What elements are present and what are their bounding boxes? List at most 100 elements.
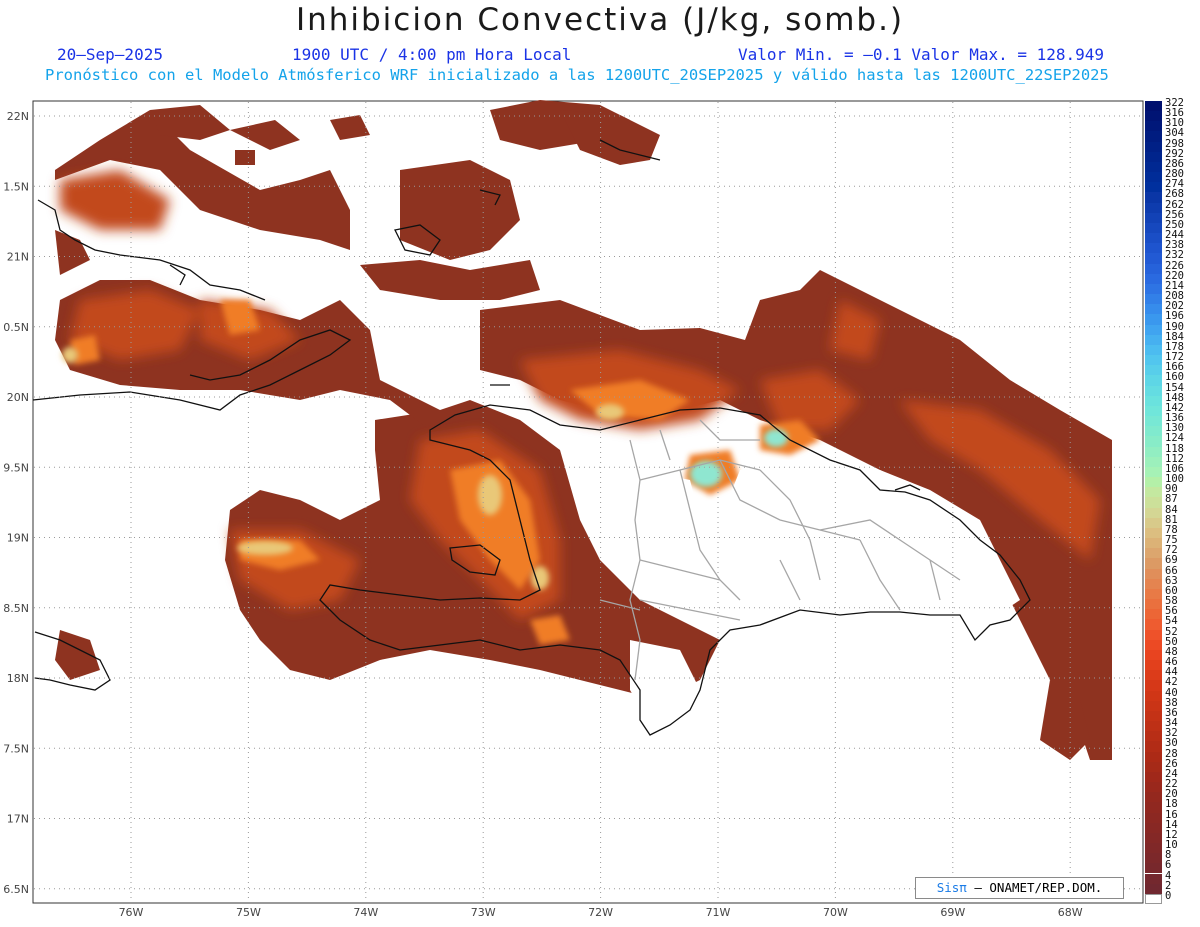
- legend-swatch: [1145, 314, 1162, 325]
- legend-swatch: [1145, 121, 1162, 132]
- legend-swatch: [1145, 233, 1162, 244]
- legend-swatch: [1145, 680, 1162, 691]
- map-title: Inhibicion Convectiva (J/kg, somb.): [295, 2, 905, 38]
- legend-swatch: [1145, 527, 1162, 539]
- legend-swatch: [1145, 375, 1162, 386]
- legend-swatch: [1145, 568, 1162, 579]
- legend-swatch: [1145, 517, 1162, 528]
- legend-swatch: [1145, 649, 1162, 661]
- legend-swatch: [1145, 182, 1162, 193]
- longitude-label: 76W: [119, 906, 144, 919]
- legend-swatch: [1145, 294, 1162, 305]
- legend-entry: 0: [1145, 889, 1193, 904]
- legend-swatch: [1145, 893, 1162, 904]
- legend-swatch: [1145, 395, 1162, 406]
- legend-swatch: [1145, 344, 1162, 356]
- legend-swatch: [1145, 263, 1162, 274]
- legend-swatch: [1145, 670, 1162, 681]
- legend-swatch: [1145, 283, 1162, 295]
- legend-swatch: [1145, 355, 1162, 366]
- legend-swatch: [1145, 466, 1162, 478]
- legend-swatch: [1145, 416, 1162, 427]
- credit-text: — ONAMET/REP.DOM.: [974, 880, 1103, 895]
- legend-swatch: [1145, 324, 1162, 335]
- legend-swatch: [1145, 832, 1162, 843]
- legend-swatch: [1145, 253, 1162, 264]
- latitude-label: 6.5N: [3, 883, 29, 896]
- forecast-time: 1900 UTC / 4:00 pm Hora Local: [292, 45, 572, 64]
- legend-swatch: [1145, 660, 1162, 671]
- model-subtitle: Pronóstico con el Modelo Atmósferico WRF…: [45, 66, 1109, 84]
- legend-swatch: [1145, 548, 1162, 559]
- legend-swatch: [1145, 558, 1162, 569]
- legend-swatch: [1145, 405, 1162, 417]
- legend-swatch: [1145, 273, 1162, 284]
- legend-swatch: [1145, 101, 1162, 112]
- latitude-label: 17N: [7, 813, 29, 826]
- legend-swatch: [1145, 161, 1162, 173]
- legend-swatch: [1145, 771, 1162, 783]
- legend-swatch: [1145, 426, 1162, 437]
- legend-swatch: [1145, 700, 1162, 711]
- legend-swatch: [1145, 538, 1162, 549]
- legend-swatch: [1145, 812, 1162, 823]
- legend-swatch: [1145, 639, 1162, 650]
- legend-label: 0: [1165, 889, 1172, 902]
- legend-swatch: [1145, 385, 1162, 396]
- legend-swatch: [1145, 202, 1162, 213]
- forecast-date: 20—Sep—2025: [57, 45, 163, 64]
- legend-swatch: [1145, 436, 1162, 447]
- latitude-label: 18N: [7, 672, 29, 685]
- legend-swatch: [1145, 304, 1162, 315]
- sispi-brand: Sisπ: [936, 880, 967, 895]
- legend-swatch: [1145, 243, 1162, 254]
- legend-swatch: [1145, 802, 1162, 813]
- latitude-label: 0.5N: [3, 321, 29, 334]
- longitude-label: 70W: [823, 906, 848, 919]
- longitude-label: 71W: [706, 906, 731, 919]
- legend-swatch: [1145, 365, 1162, 376]
- latitude-label: 20N: [7, 391, 29, 404]
- latitude-label: 7.5N: [3, 742, 29, 755]
- legend-swatch: [1145, 334, 1162, 345]
- legend-swatch: [1145, 212, 1162, 223]
- credit-box: Sisπ — ONAMET/REP.DOM.: [915, 877, 1124, 899]
- legend-swatch: [1145, 853, 1162, 864]
- latitude-label: 1.5N: [3, 180, 29, 193]
- legend-swatch: [1145, 141, 1162, 152]
- longitude-label: 69W: [940, 906, 965, 919]
- min-max-values: Valor Min. = —0.1 Valor Max. = 128.949: [738, 45, 1105, 64]
- legend-swatch: [1145, 751, 1162, 762]
- legend-swatch: [1145, 151, 1162, 162]
- latitude-label: 19N: [7, 532, 29, 545]
- longitude-labels: 76W 75W 74W 73W 72W 71W 70W 69W 68W: [119, 906, 1083, 919]
- legend-swatch: [1145, 507, 1162, 518]
- latitude-labels: 22N 1.5N 21N 0.5N 20N 9.5N 19N 8.5N 18N 7.5N 17N 6.…: [3, 110, 29, 896]
- legend-swatch: [1145, 629, 1162, 640]
- latitude-label: 9.5N: [3, 461, 29, 474]
- legend-swatch: [1145, 609, 1162, 620]
- longitude-label: 74W: [353, 906, 378, 919]
- legend-swatch: [1145, 487, 1162, 498]
- legend-swatch: [1145, 172, 1162, 183]
- longitude-label: 68W: [1058, 906, 1083, 919]
- legend-swatch: [1145, 497, 1162, 508]
- legend-swatch: [1145, 222, 1162, 234]
- legend-swatch: [1145, 883, 1162, 894]
- legend-swatch: [1145, 792, 1162, 803]
- legend-swatch: [1145, 822, 1162, 833]
- legend-swatch: [1145, 111, 1162, 122]
- legend-swatch: [1145, 843, 1162, 854]
- longitude-label: 72W: [588, 906, 613, 919]
- legend-swatch: [1145, 710, 1162, 722]
- longitude-label: 75W: [236, 906, 261, 919]
- legend-swatch: [1145, 761, 1162, 772]
- legend-swatch: [1145, 131, 1162, 142]
- legend-swatch: [1145, 873, 1162, 884]
- color-legend: 322 316 310 304 298 292 286 280 274 268 262 256 250 2…: [1145, 98, 1193, 904]
- legend-swatch: [1145, 578, 1162, 589]
- latitude-label: 22N: [7, 110, 29, 123]
- forecast-map: 22N 1.5N 21N 0.5N 20N 9.5N 19N 8.5N 18N 7.5N 17N 6.…: [3, 100, 1144, 919]
- legend-swatch: [1145, 446, 1162, 457]
- latitude-label: 8.5N: [3, 602, 29, 615]
